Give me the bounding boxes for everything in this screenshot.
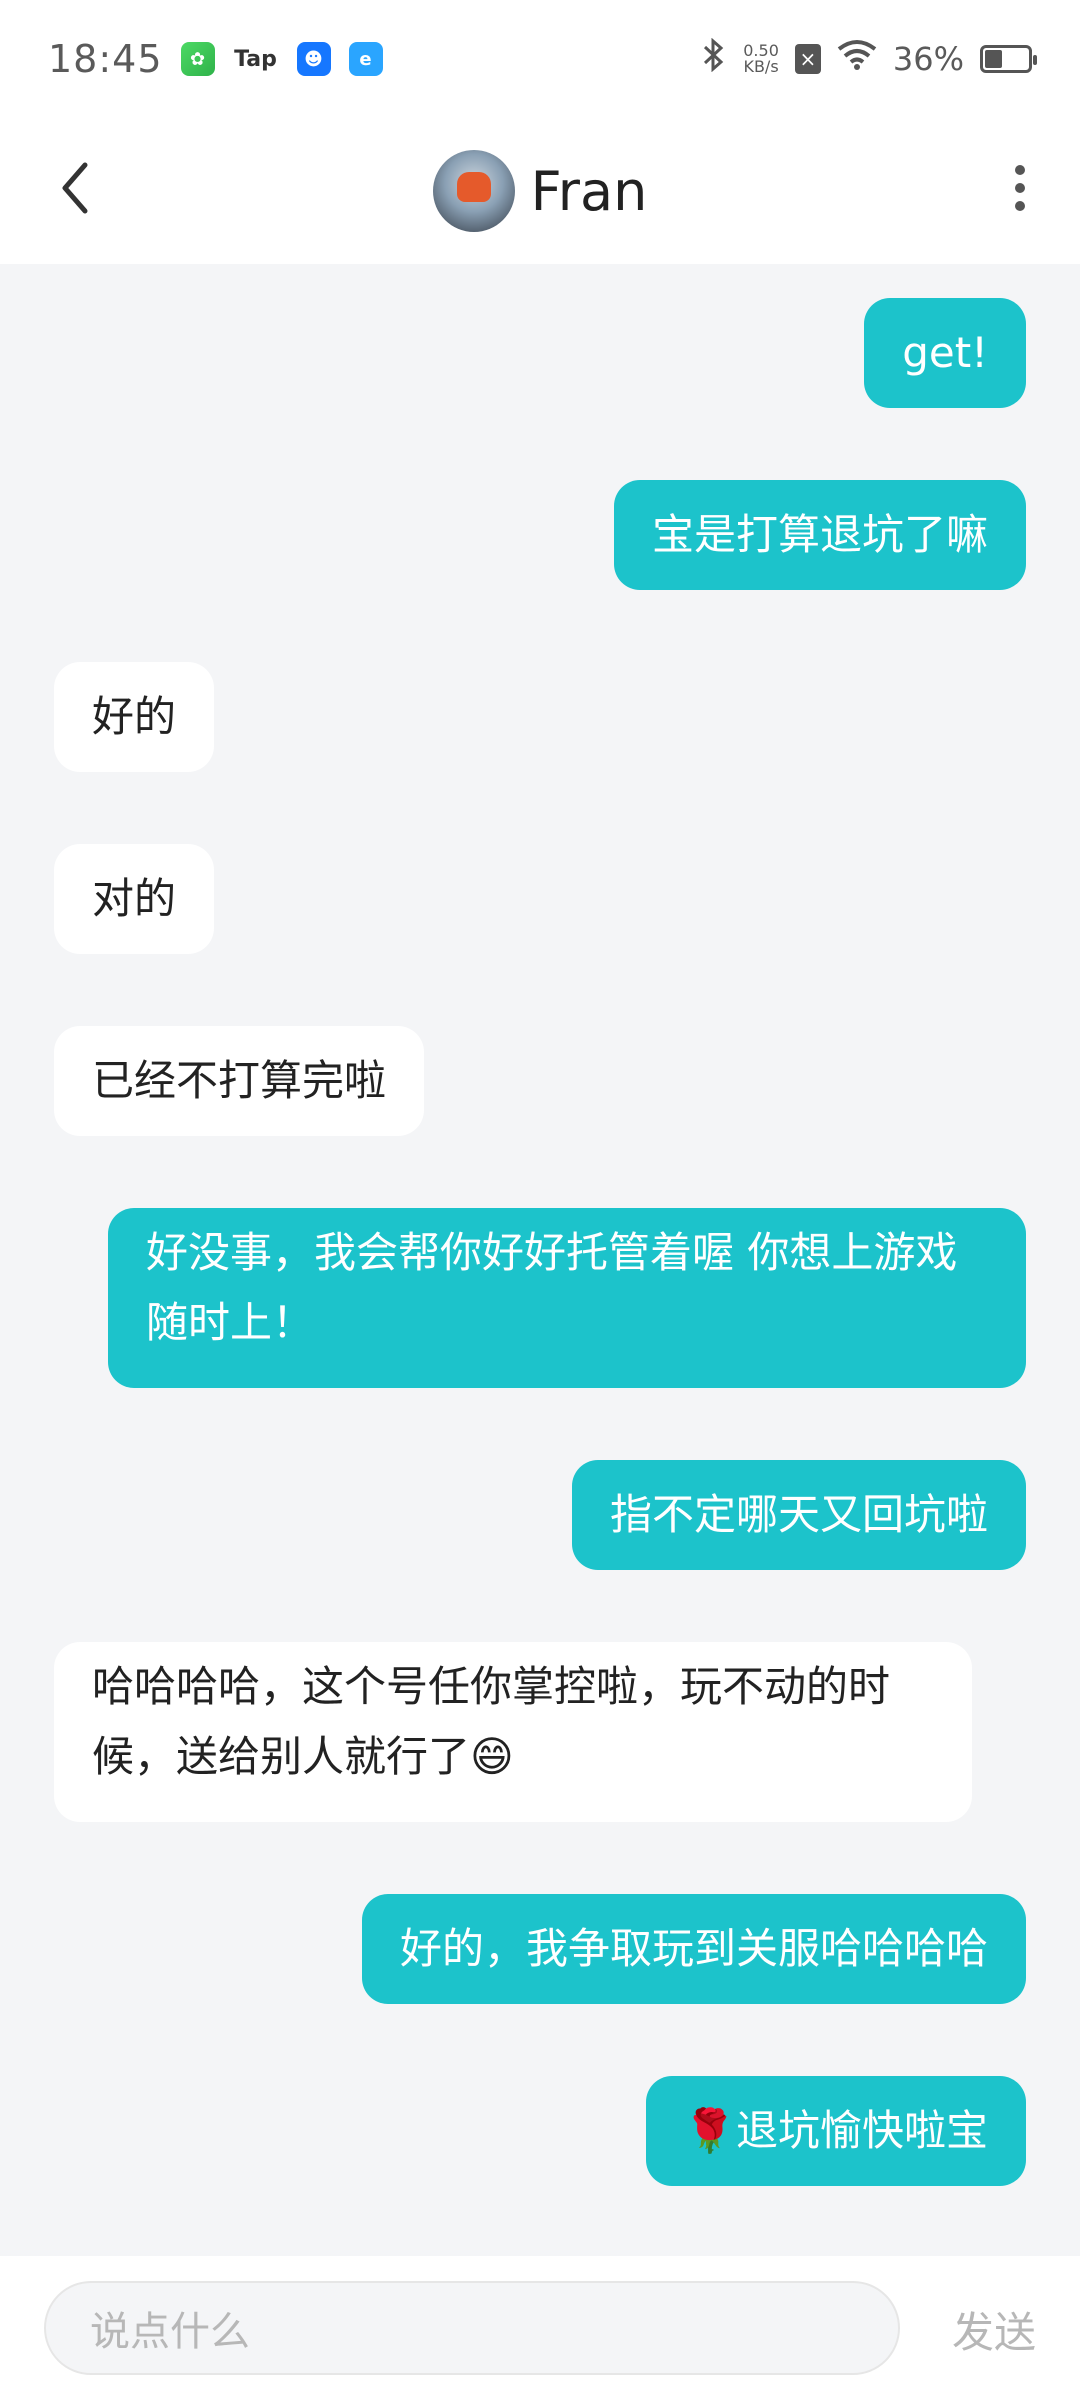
- network-speed: 0.50 KB/s: [743, 43, 779, 75]
- bluetooth-icon: [701, 37, 727, 80]
- tap-icon: Tap: [234, 46, 277, 72]
- contact-info[interactable]: Fran: [432, 150, 648, 232]
- message-bubble-incoming[interactable]: 对的: [54, 844, 215, 954]
- message-bubble-incoming[interactable]: 哈哈哈哈，这个号任你掌控啦，玩不动的时候，送给别人就行了😄: [54, 1642, 972, 1822]
- blue-app-icon-2: e: [348, 42, 383, 76]
- message-bubble-outgoing[interactable]: get!: [864, 298, 1026, 408]
- avatar[interactable]: [432, 150, 515, 232]
- message-bubble-outgoing[interactable]: 宝是打算退坑了嘛: [613, 480, 1026, 590]
- blue-app-icon: ☻: [296, 42, 331, 76]
- green-app-icon: ✿: [180, 42, 215, 76]
- chat-header: Fran: [0, 118, 1080, 264]
- more-vertical-icon: [1015, 165, 1025, 211]
- wifi-icon: [837, 39, 877, 79]
- network-speed-unit: KB/s: [743, 57, 779, 76]
- more-options-button[interactable]: [990, 158, 1050, 218]
- message-input-placeholder: 说点什么: [90, 2309, 250, 2355]
- no-sim-icon: ×: [794, 44, 821, 74]
- message-bubble-incoming[interactable]: 已经不打算完啦: [54, 1026, 425, 1136]
- back-button[interactable]: [44, 158, 104, 218]
- status-right: 0.50 KB/s × 36%: [701, 37, 1037, 80]
- status-bar: 18:45 ✿ Tap ☻ e 0.50 KB/s × 36%: [0, 0, 1080, 118]
- message-input[interactable]: 说点什么: [44, 2281, 900, 2375]
- battery-icon: [980, 45, 1037, 73]
- message-bubble-incoming[interactable]: 好的: [54, 662, 215, 772]
- battery-fill: [985, 50, 1002, 68]
- battery-percent: 36%: [892, 40, 964, 78]
- status-time: 18:45: [48, 37, 163, 81]
- input-bar: 说点什么 发送: [0, 2256, 1080, 2400]
- contact-name: Fran: [530, 159, 648, 223]
- message-bubble-outgoing[interactable]: 好的，我争取玩到关服哈哈哈哈: [361, 1894, 1026, 2004]
- send-button[interactable]: 发送: [944, 2301, 1044, 2357]
- message-bubble-outgoing[interactable]: 🌹退坑愉快啦宝: [645, 2076, 1026, 2186]
- chevron-left-icon: [62, 162, 88, 214]
- message-bubble-outgoing[interactable]: 好没事，我会帮你好好托管着喔 你想上游戏随时上！: [108, 1208, 1026, 1388]
- status-left: 18:45 ✿ Tap ☻ e: [48, 37, 383, 81]
- message-bubble-outgoing[interactable]: 指不定哪天又回坑啦: [571, 1460, 1026, 1570]
